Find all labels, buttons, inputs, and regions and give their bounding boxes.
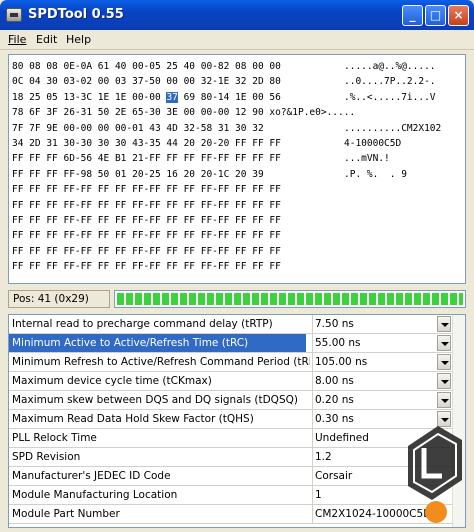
- chevron-down-icon[interactable]: [437, 373, 451, 389]
- hex-ascii: ...mVN.!: [344, 153, 390, 165]
- title-bar[interactable]: SPDTool 0.55 _ □ ×: [0, 0, 474, 30]
- hex-bytes[interactable]: 18 25 05 13-3C 1E 1E 00-00 37 69 80-14 1…: [12, 90, 344, 105]
- property-value[interactable]: 7.50 ns: [312, 315, 435, 333]
- hex-row[interactable]: 80 08 08 0E-0A 61 40 00-05 25 40 00-82 0…: [12, 59, 465, 74]
- app-icon: [6, 8, 22, 22]
- property-row[interactable]: SPD Revision 1.2: [9, 448, 465, 467]
- hex-ascii: .....a@..%@.....: [344, 61, 436, 72]
- property-row[interactable]: Maximum device cycle time (tCKmax) 8.00 n…: [9, 372, 465, 391]
- hex-bytes[interactable]: FF FF FF FF-FF FF FF FF-FF FF FF FF-FF F…: [12, 198, 344, 213]
- menu-help-label: Help: [66, 33, 92, 46]
- hex-row[interactable]: 78 6F 3F 26-31 50 2E 65-30 3E 00 00-00 1…: [12, 105, 465, 120]
- position-indicator: Pos: 41 (0x29): [8, 290, 110, 308]
- progress-bar: [114, 290, 466, 308]
- hex-bytes[interactable]: FF FF FF FF-FF FF FF FF-FF FF FF FF-FF F…: [12, 244, 344, 259]
- chevron-down-icon[interactable]: [437, 335, 451, 351]
- property-name[interactable]: Minimum Active to Active/Refresh Time (t…: [9, 334, 306, 352]
- hex-bytes[interactable]: 78 6F 3F 26-31 50 2E 65-30 3E 00 00-00 1…: [12, 105, 355, 120]
- hex-ascii: ..........CM2X102: [344, 122, 442, 134]
- hex-bytes[interactable]: FF FF FF FF-FF FF FF FF-FF FF FF FF-FF F…: [12, 228, 344, 243]
- property-name[interactable]: PLL Relock Time: [12, 432, 310, 444]
- hex-bytes-rest[interactable]: 69 80-14 1E 00 56: [178, 92, 281, 103]
- hex-bytes[interactable]: 0C 04 30 03-02 00 03 37-50 00 00 32-1E 3…: [12, 74, 344, 89]
- property-row[interactable]: Maximum Read Data Hold Skew Factor (tQHS…: [9, 410, 465, 429]
- hex-bytes[interactable]: 34 2D 31 30-30 30 30 43-35 44 20 20-20 F…: [12, 136, 344, 151]
- property-name[interactable]: Minimum Refresh to Active/Refresh Comman…: [12, 356, 310, 368]
- menu-edit-label: Edit: [36, 33, 58, 46]
- window-title: SPDTool 0.55: [28, 7, 124, 22]
- property-row[interactable]: Module Manufacturing Location 1: [9, 486, 465, 505]
- chevron-down-icon[interactable]: [437, 354, 451, 370]
- hex-row[interactable]: FF FF FF FF-FF FF FF FF-FF FF FF FF-FF F…: [12, 244, 465, 259]
- minimize-button[interactable]: _: [402, 5, 423, 26]
- hex-ascii: .P. %. . 9: [344, 168, 407, 180]
- hex-ascii: .%..<.....7i...V: [344, 91, 436, 103]
- property-value[interactable]: 55.00 ns: [312, 334, 435, 352]
- maximize-button[interactable]: □: [425, 5, 446, 26]
- hex-row[interactable]: 0C 04 30 03-02 00 03 37-50 00 00 32-1E 3…: [12, 74, 465, 89]
- property-name[interactable]: Maximum skew between DQS and DQ signals …: [12, 394, 310, 406]
- hex-row[interactable]: FF FF FF FF-FF FF FF FF-FF FF FF FF-FF F…: [12, 213, 465, 228]
- hex-row[interactable]: FF FF FF FF-98 50 01 20-25 16 20 20-1C 2…: [12, 167, 465, 182]
- property-row[interactable]: Internal read to precharge command delay…: [9, 315, 465, 334]
- menu-bar: File Edit Help: [0, 30, 474, 50]
- hex-row[interactable]: 34 2D 31 30-30 30 30 43-35 44 20 20-20 F…: [12, 136, 465, 151]
- hex-view[interactable]: 80 08 08 0E-0A 61 40 00-05 25 40 00-82 0…: [8, 54, 466, 284]
- property-grid[interactable]: Internal read to precharge command delay…: [8, 314, 466, 528]
- property-row[interactable]: Minimum Active to Active/Refresh Time (t…: [9, 334, 465, 353]
- chevron-down-icon[interactable]: [437, 392, 451, 408]
- hex-bytes[interactable]: 80 08 08 0E-0A 61 40 00-05 25 40 00-82 0…: [12, 59, 344, 74]
- property-name[interactable]: Maximum device cycle time (tCKmax): [12, 375, 310, 387]
- property-name[interactable]: Manufacturer's JEDEC ID Code: [12, 470, 310, 482]
- hex-ascii: 4-10000C5D: [344, 137, 402, 149]
- property-row[interactable]: Maximum skew between DQS and DQ signals …: [9, 391, 465, 410]
- property-name[interactable]: SPD Revision: [12, 451, 310, 463]
- property-row[interactable]: Module Part Number CM2X1024-10000C5D: [9, 505, 465, 524]
- hex-ascii: ..0....7P..2.2-.: [344, 76, 436, 88]
- progress-fill: [117, 293, 463, 305]
- property-name[interactable]: Module Manufacturing Location: [12, 489, 310, 501]
- property-value[interactable]: 8.00 ns: [312, 372, 435, 390]
- selected-byte[interactable]: 37: [166, 91, 178, 103]
- menu-edit[interactable]: Edit: [36, 33, 57, 46]
- hex-row[interactable]: 18 25 05 13-3C 1E 1E 00-00 37 69 80-14 1…: [12, 90, 465, 105]
- hex-row[interactable]: FF FF FF FF-FF FF FF FF-FF FF FF FF-FF F…: [12, 182, 465, 197]
- property-row[interactable]: Manufacturer's JEDEC ID Code Corsair: [9, 467, 465, 486]
- menu-help[interactable]: Help: [66, 33, 91, 46]
- property-value[interactable]: 0.20 ns: [312, 391, 435, 409]
- hex-bytes[interactable]: FF FF FF 6D-56 4E B1 21-FF FF FF FF-FF F…: [12, 151, 344, 166]
- property-name[interactable]: Module Part Number: [12, 508, 310, 520]
- hex-row[interactable]: 7F 7F 9E 00-00 00 00-01 43 4D 32-58 31 3…: [12, 121, 465, 136]
- chevron-down-icon[interactable]: [437, 316, 451, 332]
- hex-bytes[interactable]: FF FF FF FF-FF FF FF FF-FF FF FF FF-FF F…: [12, 182, 344, 197]
- property-row[interactable]: Minimum Refresh to Active/Refresh Comman…: [9, 353, 465, 372]
- close-button[interactable]: ×: [448, 5, 469, 26]
- hex-bytes[interactable]: FF FF FF FF-98 50 01 20-25 16 20 20-1C 2…: [12, 167, 344, 182]
- property-name[interactable]: Maximum Read Data Hold Skew Factor (tQHS…: [12, 413, 310, 425]
- menu-file[interactable]: File: [8, 33, 26, 46]
- hex-bytes[interactable]: FF FF FF FF-FF FF FF FF-FF FF FF FF-FF F…: [12, 259, 344, 274]
- property-row[interactable]: PLL Relock Time Undefined: [9, 429, 465, 448]
- hex-row[interactable]: FF FF FF FF-FF FF FF FF-FF FF FF FF-FF F…: [12, 228, 465, 243]
- hex-row[interactable]: FF FF FF FF-FF FF FF FF-FF FF FF FF-FF F…: [12, 259, 465, 274]
- menu-file-label: File: [8, 33, 27, 46]
- hex-bytes[interactable]: FF FF FF FF-FF FF FF FF-FF FF FF FF-FF F…: [12, 213, 344, 228]
- hex-row[interactable]: FF FF FF 6D-56 4E B1 21-FF FF FF FF-FF F…: [12, 151, 465, 166]
- hex-bytes[interactable]: 7F 7F 9E 00-00 00 00-01 43 4D 32-58 31 3…: [12, 121, 344, 136]
- hex-row[interactable]: FF FF FF FF-FF FF FF FF-FF FF FF FF-FF F…: [12, 198, 465, 213]
- property-name[interactable]: Internal read to precharge command delay…: [12, 318, 310, 330]
- watermark-logo-icon: [408, 426, 462, 523]
- property-value[interactable]: 105.00 ns: [312, 353, 435, 371]
